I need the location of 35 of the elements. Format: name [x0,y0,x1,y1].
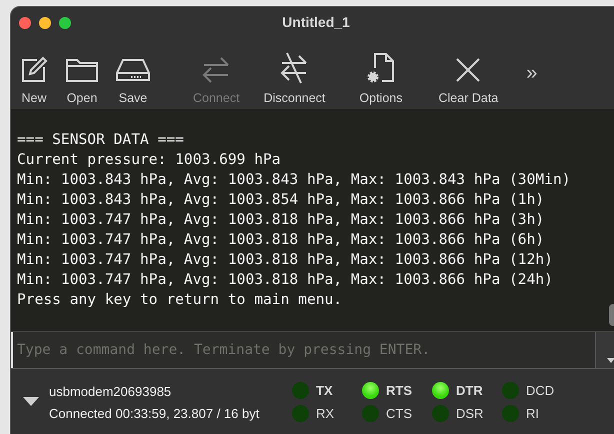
document-gear-icon [364,51,397,85]
signal-label: DCD [526,383,554,398]
command-input-field[interactable]: Type a command here. Terminate by pressing ENTER. [11,332,596,368]
port-name: usbmodem20693985 [49,384,172,398]
close-button[interactable] [19,17,31,29]
new-document-icon [19,55,49,85]
terminal-line: Min: 1003.747 hPa, Avg: 1003.818 hPa, Max: 1003.866 hPa (12h) [17,250,554,270]
more-tools-button[interactable]: » [526,62,538,84]
terminal-line: Min: 1003.843 hPa, Avg: 1003.843 hPa, Max: 1003.843 hPa (30Min) [17,170,572,190]
signal-label: RI [526,406,539,421]
open-button[interactable]: Open [61,55,103,109]
terminal-line: Min: 1003.843 hPa, Avg: 1003.854 hPa, Max: 1003.866 hPa (1h) [17,190,546,210]
terminal-line: Min: 1003.747 hPa, Avg: 1003.818 hPa, Max: 1003.866 hPa (3h) [17,210,546,230]
signal-label: RX [316,406,334,421]
connection-info: Connected 00:33:59, 23.807 / 16 byt [49,406,260,420]
disclosure-triangle-icon [23,397,39,407]
window-title: Untitled_1 [282,14,350,30]
caret-icon [607,358,614,362]
clear-button[interactable]: Clear Data [434,55,502,109]
zoom-button[interactable] [59,17,71,29]
terminal-line: Press any key to return to main menu. [17,290,344,310]
options-button[interactable]: Options [355,51,406,109]
signal-label: CTS [386,406,412,421]
signal-label: RTS [386,383,412,398]
terminal-line: Min: 1003.747 hPa, Avg: 1003.818 hPa, Max: 1003.866 hPa (24h) [17,270,554,290]
save-button[interactable]: Save [111,55,155,109]
signal-label: DSR [456,406,484,421]
disconnect-button[interactable]: Disconnect [260,51,330,109]
minimize-button[interactable] [39,17,51,29]
new-button[interactable]: New [15,55,53,109]
terminal-line: Min: 1003.747 hPa, Avg: 1003.818 hPa, Max: 1003.866 hPa (6h) [17,230,546,250]
signal-label: TX [316,383,333,398]
signal-label: DTR [456,383,483,398]
terminal-line: === SENSOR DATA === [17,130,185,150]
terminal-line: Current pressure: 1003.699 hPa [17,150,282,170]
